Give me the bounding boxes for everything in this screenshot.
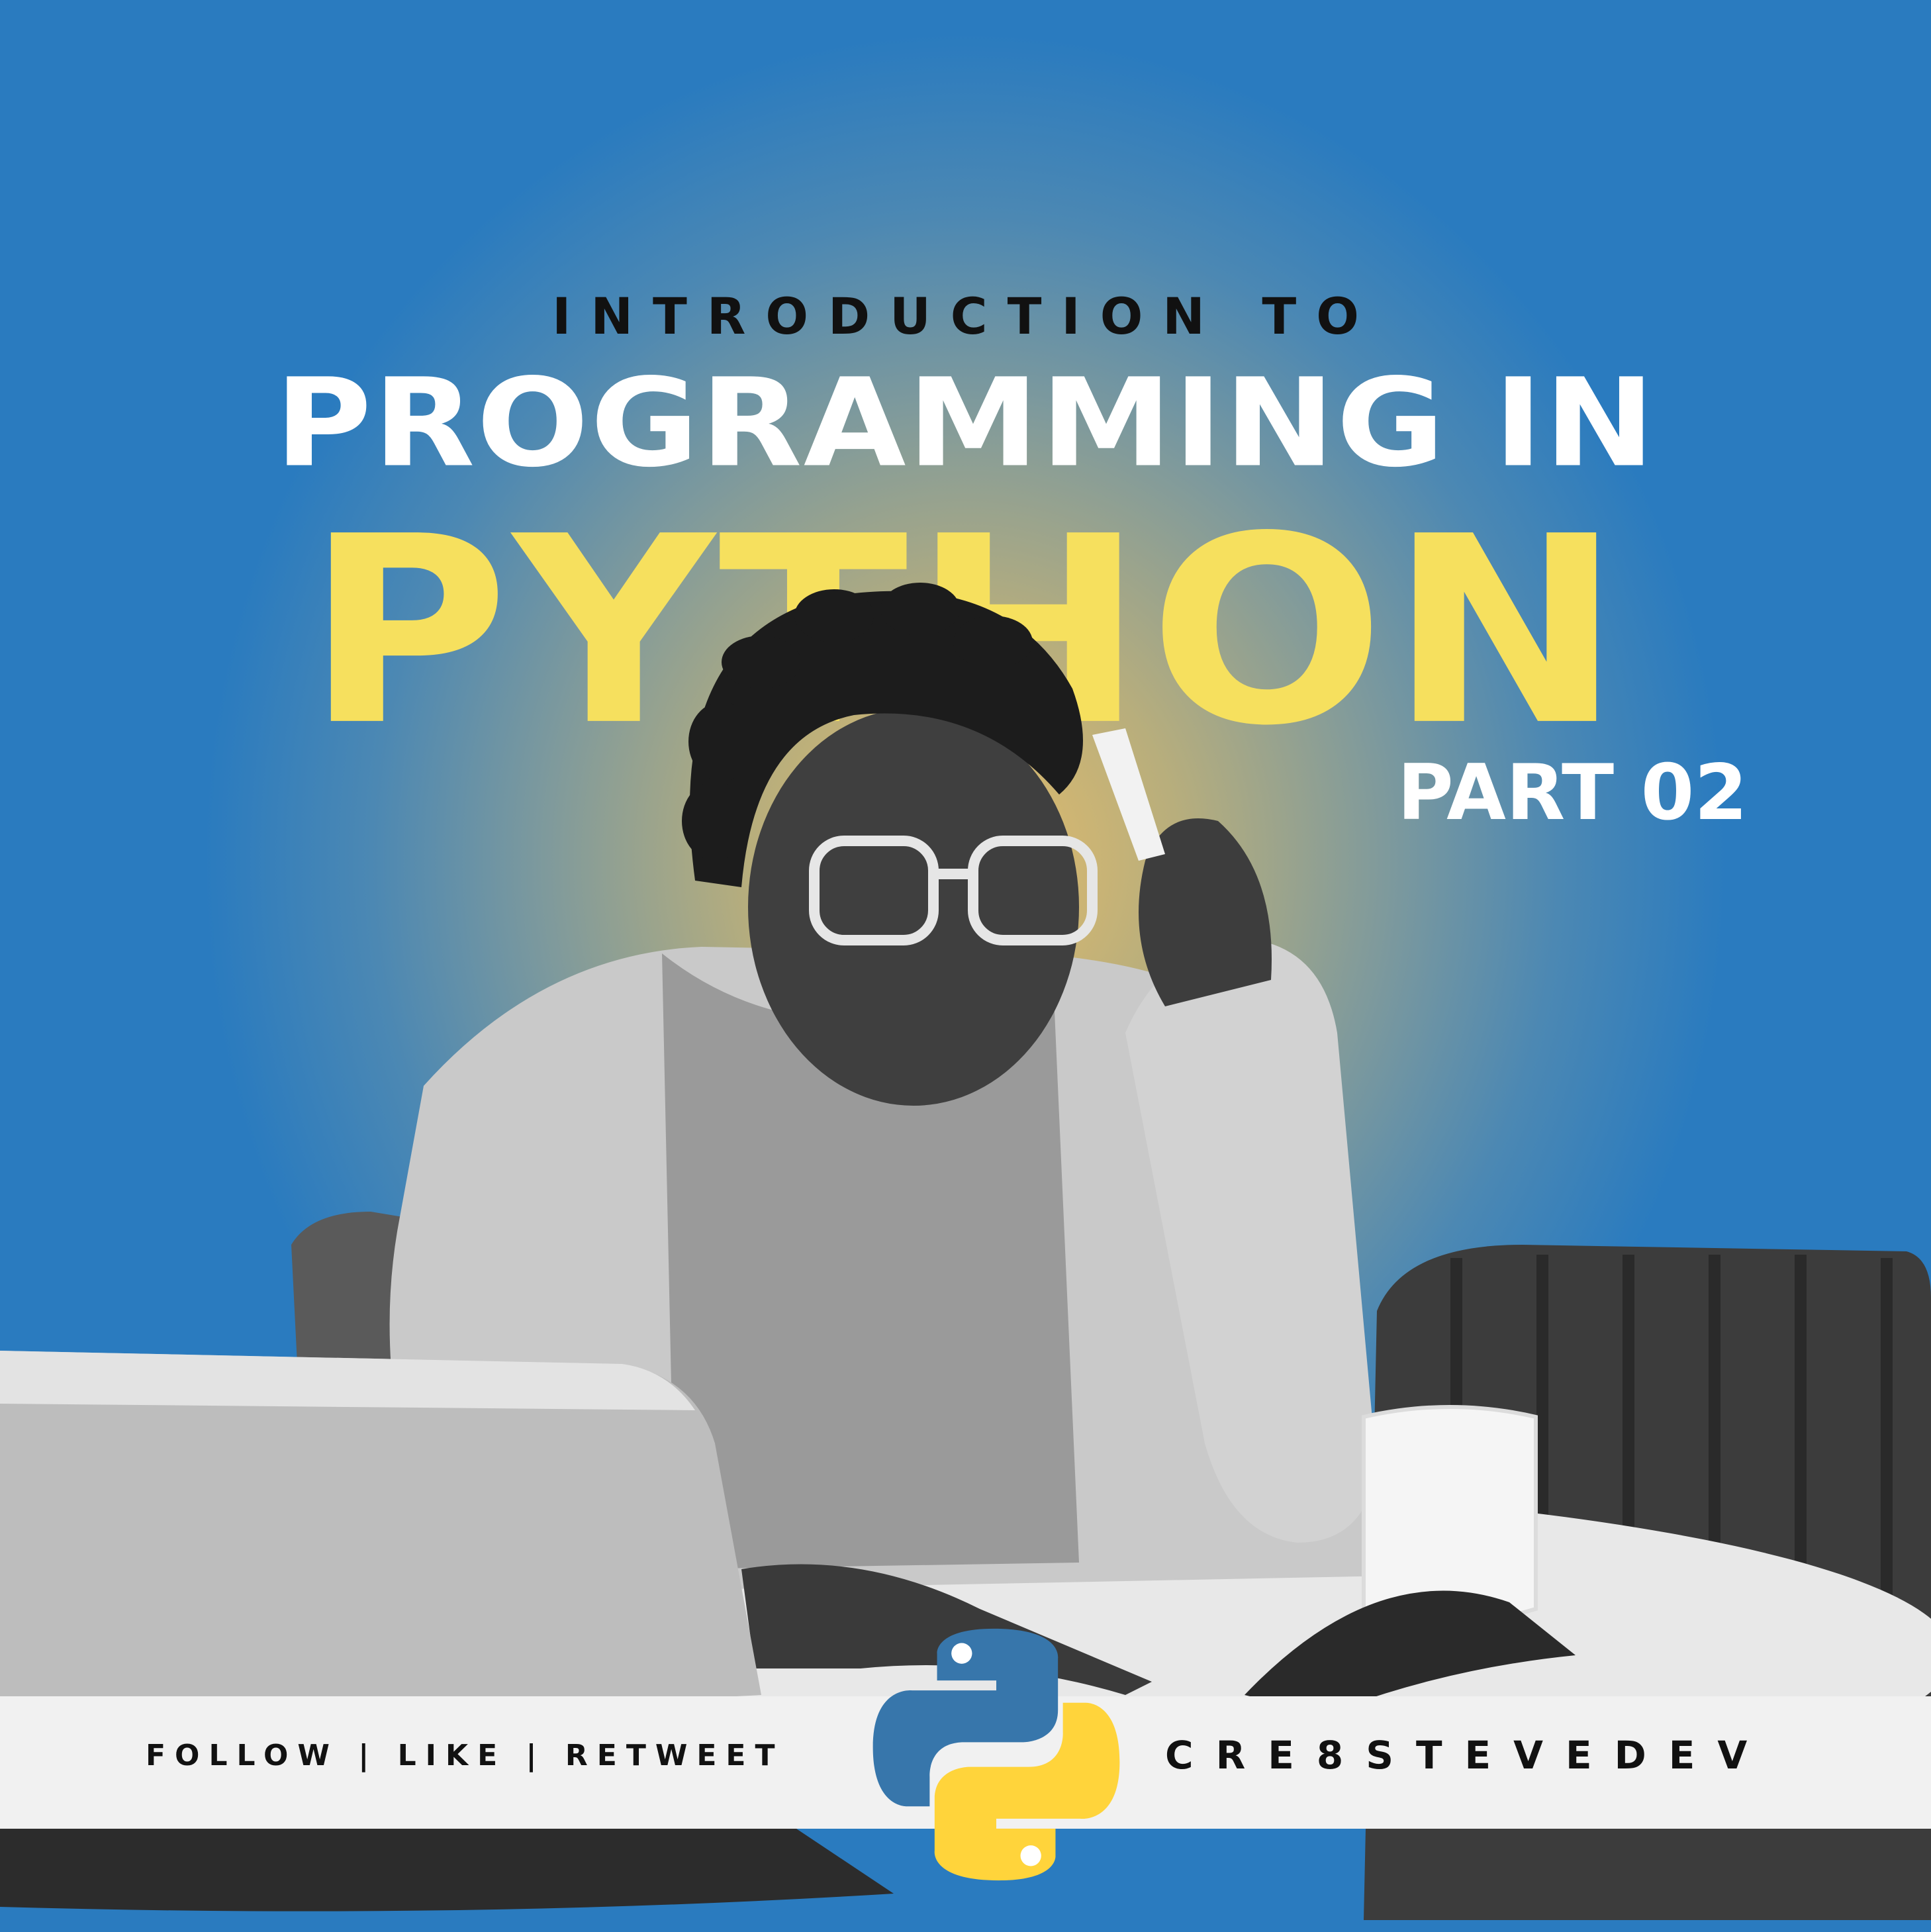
pen <box>1092 728 1165 861</box>
python-logo-icon <box>872 1628 1120 1881</box>
face <box>748 708 1079 1106</box>
poster: INTRODUCTION TO PROGRAMMING IN PYTHON <box>0 0 1931 1932</box>
footer-handle: CRE8STEVEDEV <box>1165 1733 1770 1778</box>
mug <box>1362 1405 1538 1624</box>
footer-cta: FOLLOW | LIKE | RETWEET <box>146 1739 784 1772</box>
part-label: PART 02 <box>1397 748 1748 838</box>
